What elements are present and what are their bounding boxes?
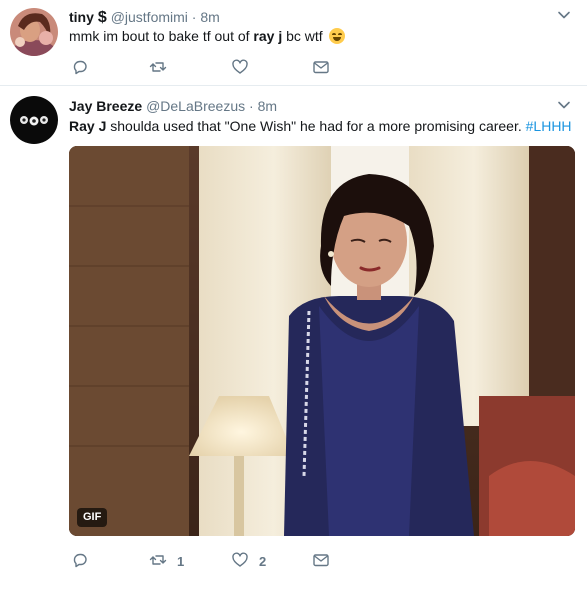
direct-message-button[interactable] <box>312 551 340 572</box>
display-name[interactable]: tiny <box>69 9 94 25</box>
tweet-text-mention: Ray J <box>69 118 107 134</box>
tweet-actions: 1 2 <box>69 551 469 571</box>
direct-message-icon <box>312 58 330 79</box>
tweet[interactable]: tiny $ @justfomimi · 8m mmk im bout to ba… <box>0 0 587 86</box>
like-icon <box>231 551 249 572</box>
retweet-button[interactable]: 1 <box>149 551 184 572</box>
tweet-header: Jay Breeze @DeLaBreezus · 8m <box>69 97 277 115</box>
gif-media[interactable]: GIF <box>69 146 575 536</box>
avatar[interactable] <box>10 8 58 56</box>
timestamp[interactable]: 8m <box>200 9 219 25</box>
retweet-icon <box>149 551 167 572</box>
caret-down-icon[interactable] <box>557 8 571 22</box>
direct-message-button[interactable] <box>312 58 340 79</box>
reply-button[interactable] <box>71 551 99 572</box>
like-icon <box>231 58 249 79</box>
caret-down-icon[interactable] <box>557 98 571 112</box>
separator-dot: · <box>249 98 254 114</box>
retweet-icon <box>149 58 167 79</box>
separator-dot: · <box>191 9 197 25</box>
tweet-text-part: bc wtf <box>282 28 323 44</box>
like-count: 2 <box>259 554 267 569</box>
display-name-emoji: $ <box>97 9 107 26</box>
retweet-button[interactable] <box>149 58 177 79</box>
tweet-text-mention: ray j <box>253 28 283 44</box>
username[interactable]: @justfomimi <box>111 9 188 25</box>
like-button[interactable] <box>231 58 259 79</box>
reply-icon <box>71 551 89 572</box>
hashtag-link[interactable]: #LHHH <box>526 118 572 134</box>
tweet-text: Ray J shoulda used that "One Wish" he ha… <box>69 117 575 136</box>
tweet-text: mmk im bout to bake tf out of ray j bc w… <box>69 27 575 46</box>
avatar[interactable] <box>10 96 58 144</box>
tweet-text-part: mmk im bout to bake tf out of <box>69 28 254 44</box>
tears-of-joy-emoji-icon <box>328 28 345 44</box>
retweet-count: 1 <box>177 554 185 569</box>
tweet-actions <box>69 58 469 78</box>
gif-badge: GIF <box>77 508 108 527</box>
display-name[interactable]: Jay Breeze <box>69 98 142 114</box>
tweet-header: tiny $ @justfomimi · 8m <box>69 8 220 27</box>
like-button[interactable]: 2 <box>231 551 266 572</box>
tweet[interactable]: Jay Breeze @DeLaBreezus · 8m Ray J shoul… <box>0 86 587 589</box>
reply-button[interactable] <box>71 58 99 79</box>
username[interactable]: @DeLaBreezus <box>146 98 245 114</box>
reply-icon <box>71 58 89 79</box>
tweet-text-part: shoulda used that "One Wish" he had for … <box>106 118 526 134</box>
timestamp[interactable]: 8m <box>258 98 277 114</box>
gif-frame-illustration <box>69 146 575 536</box>
direct-message-icon <box>312 551 330 572</box>
